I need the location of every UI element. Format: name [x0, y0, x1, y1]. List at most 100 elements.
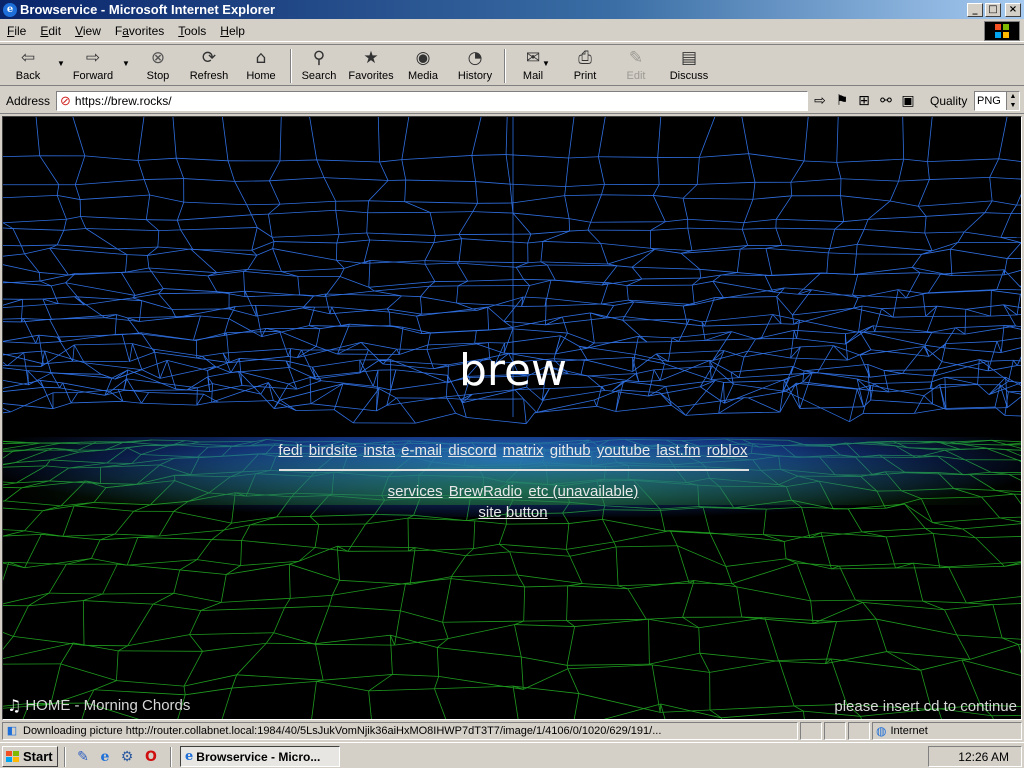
favorites-button[interactable]: ★ Favorites [346, 47, 396, 85]
task-label: Browservice - Micro... [196, 749, 321, 764]
home-button[interactable]: ⌂ Home [242, 47, 280, 85]
link-etc[interactable]: etc (unavailable) [528, 483, 638, 500]
status-bar: ◧ Downloading picture http://router.coll… [0, 721, 1024, 741]
quality-label: Quality [930, 94, 968, 108]
start-button[interactable]: Start [2, 746, 58, 767]
link-site-button[interactable]: site button [478, 504, 547, 521]
quality-value: PNG [977, 95, 1001, 107]
link-email[interactable]: e-mail [401, 442, 442, 459]
discuss-button[interactable]: ▤ Discuss [666, 47, 712, 85]
menu-view[interactable]: View [68, 24, 108, 38]
menu-view-post: iew [82, 23, 101, 38]
refresh-button[interactable]: ⟳ Refresh [186, 47, 232, 85]
history-icon: ◔ [467, 48, 483, 68]
link-brewradio[interactable]: BrewRadio [449, 483, 522, 500]
status-segment [800, 722, 822, 740]
back-label: Back [15, 70, 41, 82]
link-fedi[interactable]: fedi [278, 442, 302, 459]
link-youtube[interactable]: youtube [597, 442, 650, 459]
page-viewport[interactable]: brew fedi birdsite insta e-mail discord … [2, 116, 1022, 720]
discuss-label: Discuss [669, 70, 709, 82]
minimize-button[interactable]: _ [967, 2, 983, 17]
menu-file-post: ile [14, 23, 27, 38]
link-discord[interactable]: discord [448, 442, 496, 459]
go-arrow-icon[interactable]: ⇨ [812, 93, 828, 109]
link-birdsite[interactable]: birdsite [309, 442, 357, 459]
search-button[interactable]: ⚲ Search [298, 47, 340, 85]
status-segment [848, 722, 870, 740]
service-links: services BrewRadio etc (unavailable) [3, 483, 1021, 500]
security-zone: ◍ Internet [872, 722, 1022, 740]
link-matrix[interactable]: matrix [503, 442, 544, 459]
maximize-button[interactable]: □ [985, 2, 1001, 17]
clipboard-icon[interactable]: ▣ [900, 93, 916, 109]
link-roblox[interactable]: roblox [707, 442, 748, 459]
menu-favorites-key: a [122, 23, 129, 38]
menu-edit[interactable]: Edit [33, 24, 68, 38]
title-bar[interactable]: e Browservice - Microsoft Internet Explo… [0, 0, 1024, 19]
status-segment [824, 722, 846, 740]
close-button[interactable]: × [1005, 2, 1021, 17]
window-title: Browservice - Microsoft Internet Explore… [20, 2, 276, 17]
opera-icon[interactable]: O [142, 748, 160, 766]
ie-quicklaunch-icon[interactable]: e [96, 748, 114, 766]
find-icon[interactable]: ⚯ [878, 93, 894, 109]
print-button[interactable]: ⎙ Print [566, 47, 604, 85]
stop-label: Stop [146, 70, 170, 82]
mail-dropdown-icon[interactable]: ▼ [542, 59, 550, 68]
menu-file[interactable]: File [0, 24, 33, 38]
toolbar-separator [504, 49, 506, 83]
back-button[interactable]: ⇦ Back [10, 47, 46, 85]
media-label: Media [408, 70, 438, 82]
network-icon[interactable]: ⚙ [118, 748, 136, 766]
forward-label: Forward [72, 70, 114, 82]
links-divider [279, 469, 749, 471]
zoom-icon[interactable]: ⊞ [856, 93, 872, 109]
back-arrow-icon: ⇦ [20, 48, 36, 68]
quality-select[interactable]: PNG ▲ ▼ [974, 91, 1020, 111]
search-icon: ⚲ [312, 48, 326, 68]
zone-text: Internet [890, 725, 928, 737]
forward-dropdown-icon[interactable]: ▼ [122, 59, 130, 68]
address-bar: Address ⊘ ⇨ ⚑ ⊞ ⚯ ▣ Quality PNG ▲▼ [0, 88, 1024, 114]
quality-spinner-icon[interactable]: ▲ ▼ [1006, 92, 1019, 110]
media-icon: ◉ [415, 48, 431, 68]
taskbar: Start ✎ e ⚙ O e Browservice - Micro... 1… [0, 742, 1024, 768]
print-icon: ⎙ [578, 48, 592, 68]
address-box[interactable]: ⊘ [56, 91, 808, 111]
edit-label: Edit [626, 70, 646, 82]
discuss-icon: ▤ [680, 48, 698, 68]
refresh-icon: ⟳ [201, 48, 217, 68]
link-github[interactable]: github [550, 442, 591, 459]
page-icon: ⊘ [60, 93, 71, 108]
site-button-links: site button [3, 504, 1021, 521]
home-label: Home [246, 70, 276, 82]
standard-toolbar: ⇦ Back ▼ ⇨ Forward ▼ ⊗ Stop ⟳ Refresh ⌂ … [0, 44, 1024, 86]
status-text: Downloading picture http://router.collab… [23, 725, 662, 737]
media-button[interactable]: ◉ Media [404, 47, 442, 85]
link-services[interactable]: services [388, 483, 443, 500]
bookmark-icon[interactable]: ⚑ [834, 93, 850, 109]
stop-button[interactable]: ⊗ Stop [138, 47, 178, 85]
history-button[interactable]: ◔ History [454, 47, 496, 85]
back-dropdown-icon[interactable]: ▼ [57, 59, 65, 68]
clock[interactable]: 12:26 AM [958, 750, 1009, 764]
search-label: Search [301, 70, 337, 82]
mail-label: Mail [522, 70, 544, 82]
link-lastfm[interactable]: last.fm [656, 442, 700, 459]
now-playing[interactable]: ♫ HOME - Morning Chords [7, 696, 190, 715]
menu-help-post: elp [228, 23, 245, 38]
taskbar-separator [170, 747, 172, 767]
status-message: ◧ Downloading picture http://router.coll… [2, 722, 798, 740]
link-insta[interactable]: insta [363, 442, 395, 459]
wireframe-background [3, 117, 1021, 719]
menu-help[interactable]: Help [213, 24, 252, 38]
address-input[interactable] [74, 94, 775, 108]
menu-edit-post: dit [48, 23, 62, 38]
task-browservice[interactable]: e Browservice - Micro... [180, 746, 340, 767]
menu-favorites[interactable]: Favorites [108, 24, 171, 38]
forward-button[interactable]: ⇨ Forward [70, 47, 116, 85]
show-desktop-icon[interactable]: ✎ [74, 748, 92, 766]
menu-tools[interactable]: Tools [171, 24, 213, 38]
browser-window: e Browservice - Microsoft Internet Explo… [0, 0, 1024, 742]
